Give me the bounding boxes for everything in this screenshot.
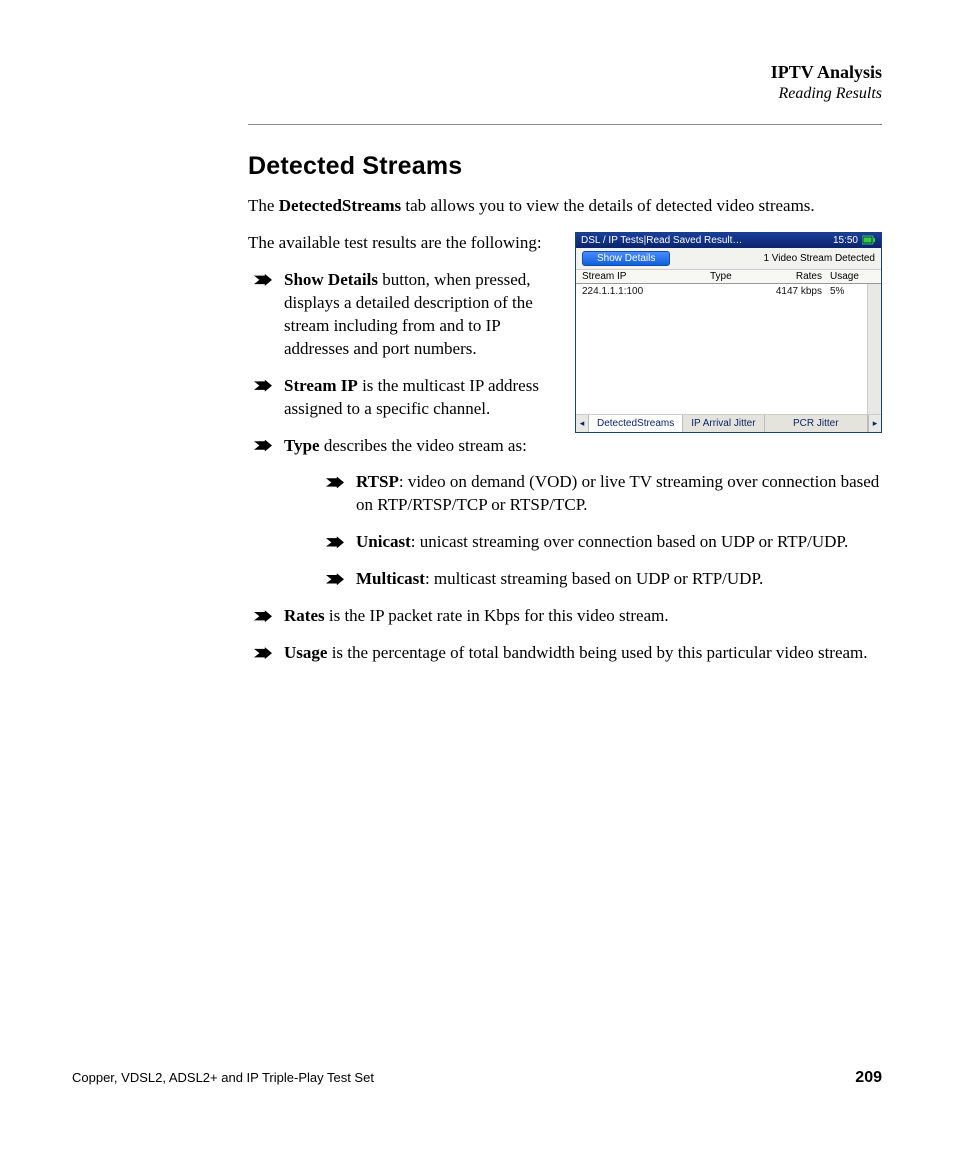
list-item: Type describes the video stream as: RTSP… xyxy=(248,435,882,592)
screenshot-title: DSL / IP Tests|Read Saved Result… xyxy=(581,235,742,246)
content-area: Detected Streams The DetectedStreams tab… xyxy=(248,152,882,679)
bold-term: Stream IP xyxy=(284,376,358,395)
list-item: Usage is the percentage of total bandwid… xyxy=(248,642,882,665)
list-item: Rates is the IP packet rate in Kbps for … xyxy=(248,605,882,628)
text-span: is the percentage of total bandwidth bei… xyxy=(327,643,867,662)
bold-term: DetectedStreams xyxy=(279,196,401,215)
page-footer: Copper, VDSL2, ADSL2+ and IP Triple-Play… xyxy=(72,1069,882,1087)
footer-page-number: 209 xyxy=(855,1069,882,1087)
list-item: Unicast: unicast streaming over connecti… xyxy=(320,531,882,554)
screenshot-titlebar: DSL / IP Tests|Read Saved Result… 15:50 xyxy=(576,233,881,248)
text-span: : unicast streaming over connection base… xyxy=(411,532,848,551)
screenshot-clock: 15:50 xyxy=(833,235,858,246)
section-subtitle: Reading Results xyxy=(771,85,882,103)
text-span: : multicast streaming based on UDP or RT… xyxy=(425,569,763,588)
header-rule xyxy=(248,124,882,125)
intro-paragraph-1: The DetectedStreams tab allows you to vi… xyxy=(248,195,882,218)
text-span: : video on demand (VOD) or live TV strea… xyxy=(356,472,879,514)
bullet-list: Show Details button, when pressed, displ… xyxy=(248,269,882,665)
section-heading: Detected Streams xyxy=(248,152,882,181)
bold-term: Rates xyxy=(284,606,325,625)
bold-term: Type xyxy=(284,436,320,455)
list-item: Stream IP is the multicast IP address as… xyxy=(248,375,882,421)
list-item: Show Details button, when pressed, displ… xyxy=(248,269,882,361)
bold-term: Unicast xyxy=(356,532,411,551)
list-item: RTSP: video on demand (VOD) or live TV s… xyxy=(320,471,882,517)
text-span: describes the video stream as: xyxy=(320,436,527,455)
chapter-title: IPTV Analysis xyxy=(771,62,882,83)
show-details-button[interactable]: Show Details xyxy=(582,251,670,266)
page-header: IPTV Analysis Reading Results xyxy=(771,62,882,103)
text-span: is the IP packet rate in Kbps for this v… xyxy=(325,606,669,625)
bold-term: Usage xyxy=(284,643,327,662)
text-span: The xyxy=(248,196,279,215)
screenshot-toolbar: Show Details 1 Video Stream Detected xyxy=(576,248,881,270)
stream-count-status: 1 Video Stream Detected xyxy=(763,253,875,264)
bold-term: RTSP xyxy=(356,472,399,491)
nested-bullet-list: RTSP: video on demand (VOD) or live TV s… xyxy=(320,471,882,591)
battery-icon xyxy=(862,235,876,245)
bold-term: Show Details xyxy=(284,270,378,289)
list-item: Multicast: multicast streaming based on … xyxy=(320,568,882,591)
footer-doc-title: Copper, VDSL2, ADSL2+ and IP Triple-Play… xyxy=(72,1070,374,1085)
screenshot-clock-area: 15:50 xyxy=(833,235,876,246)
text-span: tab allows you to view the details of de… xyxy=(401,196,815,215)
bold-term: Multicast xyxy=(356,569,425,588)
